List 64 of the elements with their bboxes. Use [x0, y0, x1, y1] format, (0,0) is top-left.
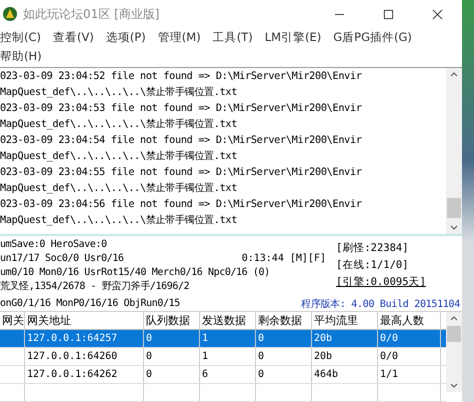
table-row[interactable]: 127.0.0.1:64260 0 1 0 20b 0/0 — [0, 348, 446, 366]
menu-item[interactable]: 帮助(H) — [0, 48, 42, 64]
table-cell: 0/0 — [380, 351, 398, 362]
log-line: MapQuest_def\..\..\..\..\禁止带手镯位置.txt — [0, 86, 238, 100]
column-header[interactable]: 剩余数据 — [256, 312, 312, 329]
column-header[interactable]: 网关 — [0, 312, 25, 329]
clock-text: 0:13:44 [M][F] — [242, 252, 326, 266]
menu-item[interactable]: 工具(T) — [212, 28, 253, 45]
menu-item[interactable]: LM引擎(E) — [264, 28, 322, 45]
log-line: MapQuest_def\..\..\..\..\禁止带手镯位置.txt — [0, 150, 238, 164]
log-line: MapQuest_def\..\..\..\..\禁止带手镯位置.txt — [0, 182, 238, 196]
menu-item[interactable]: G盾PG插件(G) — [333, 28, 412, 45]
table-cell: 0/0 — [380, 333, 398, 344]
table-cell: 1 — [202, 351, 208, 362]
log-line: 023-03-09 23:04:56 file not found => D:\MirServer\Mir200\Envir — [0, 198, 363, 212]
column-header[interactable]: 最高人数 — [378, 312, 441, 329]
table-row[interactable]: 127.0.0.1:64257 0 1 0 20b 0/0 — [0, 330, 446, 348]
scrollbar-thumb[interactable] — [447, 198, 461, 218]
column-header[interactable]: 队列数据 — [144, 312, 200, 329]
version-text: 程序版本: 4.00 Build 20151104 — [301, 298, 460, 311]
log-line: MapQuest_def\..\..\..\..\禁止带手镯位置.txt — [0, 118, 238, 132]
status-line: umSave:0 HeroSave:0 — [0, 238, 108, 252]
table-cell: 127.0.0.1:64260 — [27, 351, 118, 362]
scrollbar[interactable] — [446, 312, 462, 392]
maximize-icon[interactable] — [383, 8, 394, 20]
menu-item[interactable]: 控制(C) — [0, 28, 42, 45]
column-header[interactable]: 发送数据 — [200, 312, 256, 329]
status-line: um0/10 Mon0/16 UsrRot15/40 Merch0/16 Npc0/16 (0) — [0, 266, 271, 280]
table-cell: 1 — [202, 333, 208, 344]
counter-text: [在线:1/1/0] — [335, 258, 410, 274]
window-title: 如此玩论坛01区 [商业版] — [23, 6, 160, 23]
table-cell: 0 — [146, 333, 152, 344]
counter-text: [刷怪:22384] — [335, 241, 410, 256]
counter-text: [引擎:0.0095天] — [335, 275, 427, 290]
app-icon — [2, 6, 18, 22]
scrollbar[interactable] — [446, 68, 462, 234]
log-line: 023-03-09 23:04:55 file not found => D:\MirServer\Mir200\Envir — [0, 166, 363, 180]
log-line: 023-03-09 23:04:52 file not found => D:\MirServer\Mir200\Envir — [0, 70, 363, 84]
table-row[interactable]: 127.0.0.1:64262 0 6 0 464b 1/1 — [0, 366, 446, 384]
table-cell: 0 — [258, 369, 264, 380]
table-cell: 127.0.0.1:64257 — [27, 333, 118, 344]
close-icon[interactable] — [432, 8, 443, 20]
menu-item[interactable]: 选项(P) — [106, 28, 146, 45]
log-line: 023-03-09 23:04:53 file not found => D:\MirServer\Mir200\Envir — [0, 102, 363, 116]
table-cell: 127.0.0.1:64262 — [27, 369, 118, 380]
table-cell: 20b — [314, 351, 332, 362]
status-line: un17/17 Soc0/0 Usr0/16 — [0, 252, 124, 266]
menu-item[interactable]: 查看(V) — [53, 28, 94, 45]
column-header[interactable]: 平均流里 — [312, 312, 378, 329]
column-header[interactable]: 网关地址 — [25, 312, 144, 329]
status-line: onG0/1/16 MonP0/16/16 ObjRun0/15 — [0, 297, 180, 311]
log-line: MapQuest_def\..\..\..\..\禁止带手镯位置.txt — [0, 214, 238, 228]
log-line: 023-03-09 23:04:54 file not found => D:\MirServer\Mir200\Envir — [0, 134, 363, 148]
table-cell: 6 — [202, 369, 208, 380]
scrollbar-thumb[interactable] — [447, 326, 461, 342]
menu-item[interactable]: 管理(M) — [158, 28, 201, 45]
table-cell: 464b — [314, 369, 338, 380]
table-cell: 0 — [258, 351, 264, 362]
table-cell: 0 — [146, 369, 152, 380]
table-cell: 0 — [258, 333, 264, 344]
table-cell: 0 — [146, 351, 152, 362]
table-cell: 1/1 — [380, 369, 398, 380]
table-cell: 20b — [314, 333, 332, 344]
status-line: 荒叉怪,1354/2678 - 野蛮刀斧手/1696/2 — [0, 280, 190, 294]
